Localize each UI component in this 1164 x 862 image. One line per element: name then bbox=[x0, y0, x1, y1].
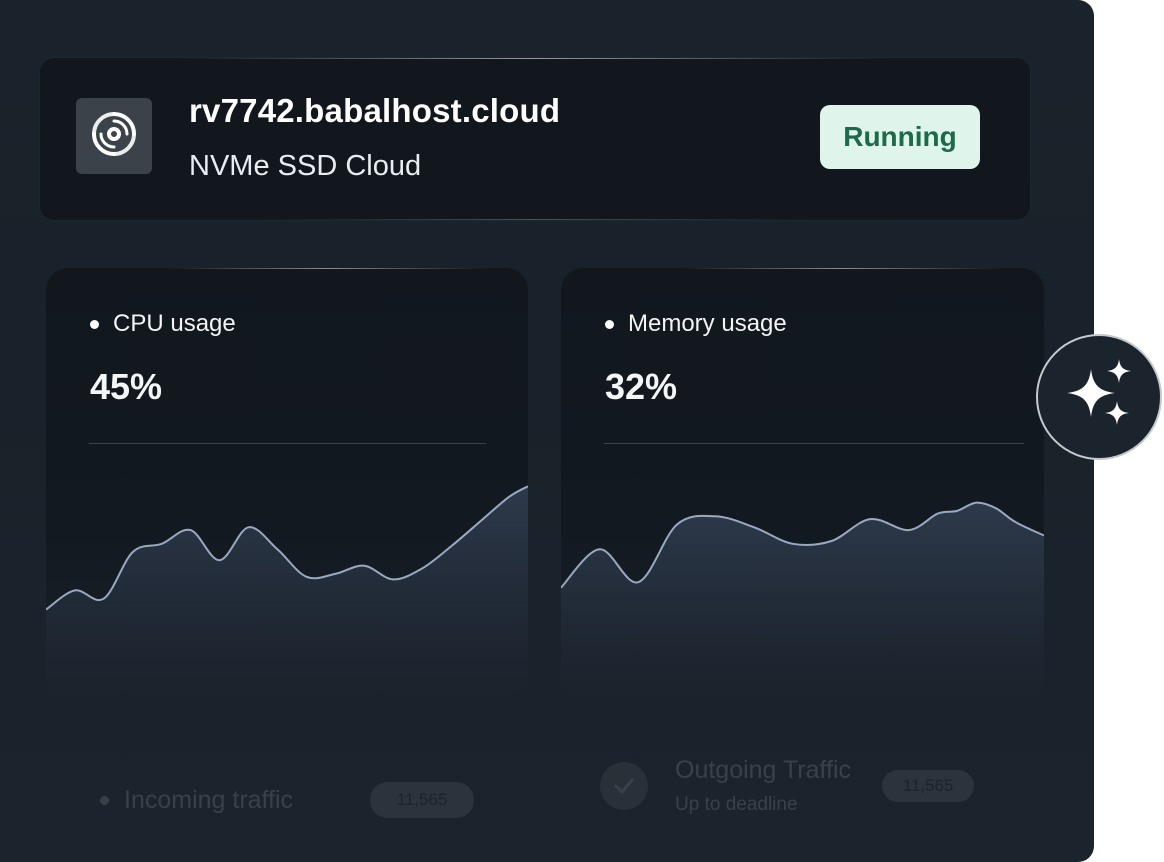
server-logo bbox=[76, 98, 152, 174]
cpu-usage-label-text: CPU usage bbox=[113, 310, 236, 337]
cpu-usage-label: CPU usage bbox=[90, 310, 236, 338]
memory-chart-area bbox=[561, 502, 1044, 700]
server-info-card[interactable]: rv7742.babalhost.cloud NVMe SSD Cloud Ru… bbox=[40, 58, 1030, 220]
memory-usage-label: Memory usage bbox=[605, 310, 787, 338]
server-plan: NVMe SSD Cloud bbox=[189, 150, 422, 182]
ai-assistant-button[interactable] bbox=[1036, 334, 1162, 460]
card-top-highlight bbox=[166, 268, 488, 269]
incoming-traffic-label: Incoming traffic bbox=[124, 786, 294, 814]
cpu-usage-card[interactable]: CPU usage 45% bbox=[46, 268, 528, 700]
memory-usage-chart bbox=[561, 501, 1044, 700]
outgoing-traffic-count: 11,565 bbox=[882, 770, 974, 802]
divider bbox=[604, 443, 1024, 444]
bullet-dot-icon bbox=[100, 796, 109, 805]
status-badge: Running bbox=[820, 105, 980, 169]
cpu-chart-area bbox=[46, 486, 528, 700]
sparkles-icon bbox=[1059, 355, 1139, 440]
cpu-usage-value: 45% bbox=[90, 366, 163, 407]
check-circle-icon bbox=[600, 762, 648, 810]
card-top-highlight bbox=[681, 268, 1004, 269]
outgoing-traffic-sublabel: Up to deadline bbox=[675, 794, 798, 815]
memory-usage-value: 32% bbox=[605, 366, 678, 407]
server-hostname: rv7742.babalhost.cloud bbox=[189, 92, 561, 129]
divider bbox=[89, 443, 486, 444]
server-dashboard-panel: rv7742.babalhost.cloud NVMe SSD Cloud Ru… bbox=[0, 0, 1094, 862]
memory-usage-label-text: Memory usage bbox=[628, 310, 787, 337]
memory-usage-card[interactable]: Memory usage 32% bbox=[561, 268, 1044, 700]
bullet-dot-icon bbox=[605, 319, 614, 329]
swirl-logo-icon bbox=[89, 109, 139, 164]
bullet-dot-icon bbox=[90, 319, 99, 329]
incoming-traffic-count: 11,565 bbox=[370, 782, 474, 818]
cpu-usage-chart bbox=[46, 485, 528, 700]
outgoing-traffic-label: Outgoing Traffic bbox=[675, 756, 852, 784]
